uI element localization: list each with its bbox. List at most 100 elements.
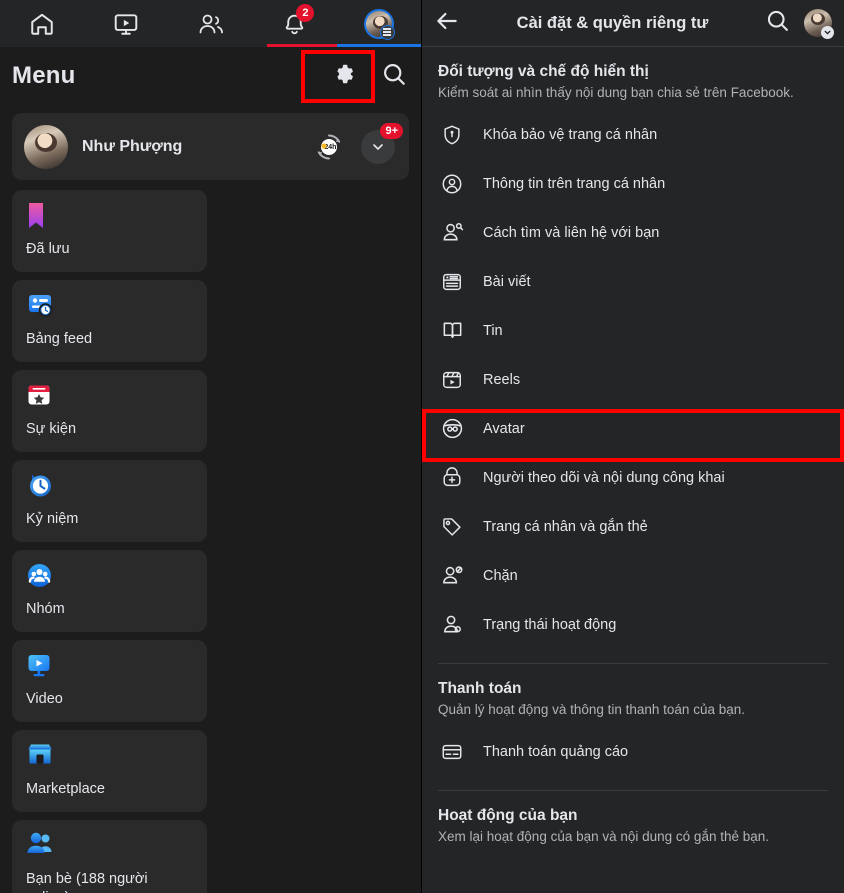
section-title: Thanh toán	[438, 680, 522, 697]
profile-row-actions: 24h 9+	[313, 122, 403, 164]
setting-item-followers[interactable]: Người theo dõi và nội dung công khai	[422, 453, 844, 502]
marketplace-icon	[26, 742, 195, 770]
chevron-down-icon	[821, 26, 834, 39]
setting-item-label: Tin	[483, 322, 503, 339]
reels-icon	[438, 369, 466, 391]
section-description: Xem lại hoạt động của bạn và nội dung có…	[438, 829, 770, 844]
nav-tab-home[interactable]	[0, 0, 84, 47]
person-active-icon	[438, 613, 466, 636]
setting-item-posts[interactable]: Bài viết	[422, 257, 844, 306]
video-icon	[113, 11, 139, 37]
setting-item-label: Bài viết	[483, 273, 531, 290]
gear-icon	[330, 64, 356, 91]
bookmark-icon	[26, 202, 195, 230]
friends-pair-icon	[26, 832, 195, 860]
setting-item-reels[interactable]: Reels	[422, 355, 844, 404]
nav-tab-friends[interactable]	[168, 0, 252, 47]
back-button[interactable]	[434, 8, 460, 39]
person-block-icon	[438, 564, 466, 587]
tile-feed-board[interactable]: Bảng feed	[12, 280, 207, 362]
settings-button[interactable]	[317, 53, 369, 100]
app-screen: 2 Menu Như Phượng 24h 9+ Đã lưu Bảng fee…	[0, 0, 844, 893]
feed-board-icon	[26, 292, 195, 320]
back-arrow-icon	[434, 12, 460, 38]
shortcut-tiles-grid: Đã lưu Bảng feed Sự kiện Kỷ niệm Nhóm Vi…	[0, 180, 421, 893]
tile-video[interactable]: Video	[12, 640, 207, 722]
tile-friends[interactable]: Bạn bè (188 người online)	[12, 820, 207, 893]
setting-item-label: Reels	[483, 371, 521, 388]
tile-memories[interactable]: Kỷ niệm	[12, 460, 207, 542]
nav-tab-profile-menu[interactable]	[337, 0, 421, 47]
menu-header: Menu	[0, 47, 421, 105]
follower-add-icon	[438, 466, 466, 489]
setting-item-label: Thông tin trên trang cá nhân	[483, 175, 666, 192]
search-icon	[381, 63, 407, 91]
setting-item-label: Chặn	[483, 567, 518, 584]
tile-label: Nhóm	[26, 601, 65, 617]
friends-icon	[197, 11, 225, 37]
setting-item-profile-info[interactable]: Thông tin trên trang cá nhân	[422, 159, 844, 208]
profile-row[interactable]: Như Phượng 24h 9+	[12, 113, 409, 180]
profile-expand-button[interactable]: 9+	[361, 122, 403, 164]
posts-icon	[438, 271, 466, 293]
section-description: Quản lý hoạt động và thông tin thanh toá…	[438, 702, 745, 717]
clock-memories-icon	[26, 472, 195, 500]
setting-item-profile-lock[interactable]: Khóa bảo vệ trang cá nhân	[422, 110, 844, 159]
profile-notification-badge: 9+	[380, 122, 403, 139]
setting-item-stories[interactable]: Tin	[422, 306, 844, 355]
tile-label: Kỷ niệm	[26, 511, 79, 527]
top-navigation-bar: 2	[0, 0, 421, 47]
tile-label: Đã lưu	[26, 241, 70, 257]
tile-label: Sự kiện	[26, 421, 77, 437]
nav-tab-video[interactable]	[84, 0, 168, 47]
setting-item-ad-payments[interactable]: Thanh toán quảng cáo	[422, 727, 844, 776]
hamburger-badge-icon	[379, 24, 395, 40]
profile-circle-icon	[438, 173, 466, 195]
setting-item-how-to-find-you[interactable]: Cách tìm và liên hệ với bạn	[422, 208, 844, 257]
stories-book-icon	[438, 319, 466, 342]
setting-item-label: Người theo dõi và nội dung công khai	[483, 469, 725, 486]
setting-item-label: Trạng thái hoạt động	[483, 616, 617, 633]
person-search-icon	[438, 221, 466, 244]
page-title: Menu	[12, 62, 76, 89]
setting-item-label: Trang cá nhân và gắn thẻ	[483, 518, 648, 535]
home-icon	[29, 11, 55, 37]
setting-item-label: Khóa bảo vệ trang cá nhân	[483, 126, 658, 143]
tile-groups[interactable]: Nhóm	[12, 550, 207, 632]
nav-tab-notifications[interactable]: 2	[253, 0, 337, 47]
setting-item-avatar[interactable]: Avatar	[422, 404, 844, 453]
tag-icon	[438, 516, 466, 538]
video-play-icon	[26, 652, 195, 680]
setting-item-blocking[interactable]: Chặn	[422, 551, 844, 600]
settings-privacy-pane: Cài đặt & quyền riêng tư Đối tượng và ch…	[422, 0, 844, 893]
setting-item-label: Thanh toán quảng cáo	[483, 743, 629, 760]
settings-search-button[interactable]	[765, 8, 790, 38]
profile-name: Như Phượng	[82, 137, 183, 155]
section-description: Kiểm soát ai nhìn thấy nội dung bạn chia…	[438, 85, 794, 100]
setting-item-profile-tagging[interactable]: Trang cá nhân và gắn thẻ	[422, 502, 844, 551]
setting-item-label: Cách tìm và liên hệ với bạn	[483, 224, 660, 241]
settings-title: Cài đặt & quyền riêng tư	[516, 13, 709, 32]
setting-item-active-status[interactable]: Trạng thái hoạt động	[422, 600, 844, 649]
credit-card-icon	[438, 741, 466, 763]
avatar	[24, 124, 68, 169]
setting-item-label: Avatar	[483, 420, 525, 437]
left-menu-pane: 2 Menu Như Phượng 24h 9+ Đã lưu Bảng fee…	[0, 0, 422, 893]
search-icon	[765, 10, 790, 37]
tile-label: Bảng feed	[26, 331, 93, 347]
tile-label: Bạn bè (188 người online)	[26, 871, 148, 893]
menu-search-button[interactable]	[381, 61, 407, 92]
avatar-face-icon	[438, 417, 466, 440]
section-title: Hoạt động của bạn	[438, 807, 578, 824]
tile-events[interactable]: Sự kiện	[12, 370, 207, 452]
tile-saved[interactable]: Đã lưu	[12, 190, 207, 272]
settings-header-actions	[765, 8, 834, 39]
calendar-star-icon	[26, 382, 195, 410]
tile-marketplace[interactable]: Marketplace	[12, 730, 207, 812]
tile-label: Marketplace	[26, 781, 105, 797]
menu-header-actions	[317, 53, 407, 100]
notifications-badge: 2	[296, 4, 315, 22]
24h-story-badge[interactable]: 24h	[313, 131, 345, 163]
avatar-icon[interactable]	[804, 9, 834, 39]
tile-label: Video	[26, 691, 63, 707]
